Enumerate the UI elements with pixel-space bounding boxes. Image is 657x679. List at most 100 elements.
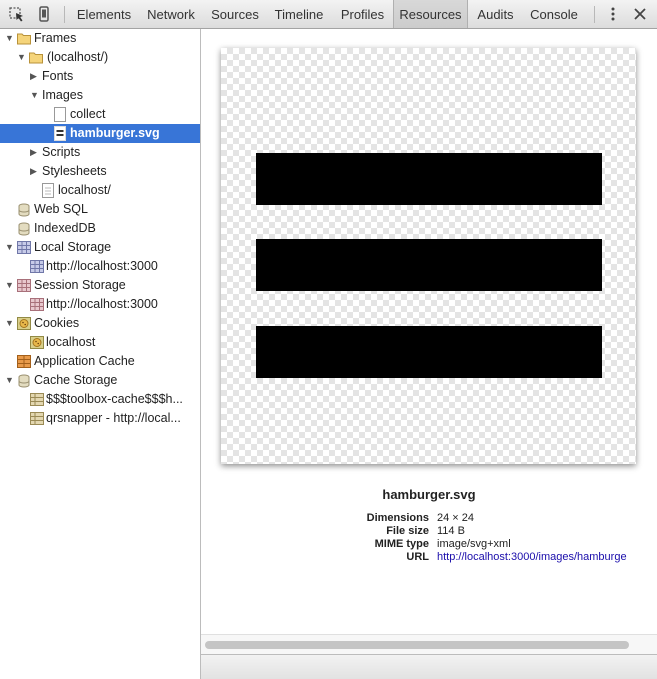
tree-item-label: Stylesheets bbox=[42, 164, 107, 178]
tab-network[interactable]: Network bbox=[139, 0, 203, 28]
tree-item-label: Images bbox=[42, 88, 83, 102]
tree-item-label: http://localhost:3000 bbox=[46, 259, 158, 273]
close-icon[interactable] bbox=[630, 5, 650, 23]
tree-item-cookies[interactable]: ▼ Cookies bbox=[0, 314, 200, 333]
storage-grid-icon bbox=[30, 298, 44, 311]
expand-triangle-icon[interactable]: ▼ bbox=[5, 276, 15, 295]
tree-item-label: Local Storage bbox=[34, 240, 112, 254]
metadata-key: File size bbox=[386, 525, 429, 537]
expand-triangle-icon[interactable]: ▼ bbox=[5, 238, 15, 257]
tree-item-label: (localhost/) bbox=[47, 50, 109, 64]
storage-grid-icon bbox=[30, 260, 44, 273]
tree-item-images[interactable]: ▼ Images bbox=[0, 86, 200, 105]
kebab-menu-icon[interactable] bbox=[603, 5, 623, 23]
metadata-key: MIME type bbox=[374, 538, 429, 550]
tree-item-local-storage-origin[interactable]: http://localhost:3000 bbox=[0, 257, 200, 276]
tree-item-cookie-localhost[interactable]: localhost bbox=[0, 333, 200, 352]
cache-table-icon bbox=[30, 393, 44, 406]
tree-item-label: Frames bbox=[34, 31, 77, 45]
storage-grid-icon bbox=[17, 279, 31, 292]
tree-item-scripts[interactable]: ▶ Scripts bbox=[0, 143, 200, 162]
image-file-icon bbox=[54, 126, 68, 141]
metadata-value: 114 B bbox=[437, 525, 465, 537]
metadata-key: Dimensions bbox=[366, 512, 429, 524]
folder-icon bbox=[17, 32, 31, 45]
database-icon bbox=[17, 203, 31, 217]
tree-item-label: $$$toolbox-cache$$$h... bbox=[46, 392, 183, 406]
tree-item-label: Scripts bbox=[42, 145, 81, 159]
inspect-element-icon[interactable] bbox=[7, 5, 27, 23]
tree-item-session-storage-origin[interactable]: http://localhost:3000 bbox=[0, 295, 200, 314]
folder-icon bbox=[29, 51, 43, 64]
tree-item-label: localhost/ bbox=[58, 183, 111, 197]
tree-item-session-storage[interactable]: ▼ Session Storage bbox=[0, 276, 200, 295]
tree-item-web-sql[interactable]: Web SQL bbox=[0, 200, 200, 219]
tree-item-label: Cookies bbox=[34, 316, 80, 330]
tree-item-collect[interactable]: collect bbox=[0, 105, 200, 124]
metadata-value: image/svg+xml bbox=[437, 538, 511, 550]
tree-item-local-storage[interactable]: ▼ Local Storage bbox=[0, 238, 200, 257]
status-bar bbox=[201, 654, 657, 679]
resource-url-link[interactable]: http://localhost:3000/images/hamburge bbox=[437, 551, 627, 564]
expand-triangle-icon[interactable]: ▼ bbox=[30, 86, 40, 105]
tree-item-localhost-frame[interactable]: ▼ (localhost/) bbox=[0, 48, 200, 67]
metadata-key: URL bbox=[406, 551, 429, 563]
cache-table-icon bbox=[30, 412, 44, 425]
tree-item-label: localhost bbox=[46, 335, 96, 349]
tab-elements[interactable]: Elements bbox=[70, 0, 138, 28]
expand-triangle-icon[interactable]: ▼ bbox=[5, 29, 15, 48]
tab-timeline[interactable]: Timeline bbox=[267, 0, 331, 28]
expand-triangle-icon[interactable]: ▼ bbox=[5, 314, 15, 333]
collapsed-triangle-icon[interactable]: ▶ bbox=[30, 67, 40, 86]
hamburger-bar-bottom bbox=[256, 326, 602, 378]
tree-item-fonts[interactable]: ▶ Fonts bbox=[0, 67, 200, 86]
metadata-value: 24 × 24 bbox=[437, 512, 475, 524]
cookie-icon bbox=[17, 317, 31, 330]
device-mode-icon[interactable] bbox=[34, 5, 54, 23]
tree-item-frames[interactable]: ▼ Frames bbox=[0, 29, 200, 48]
tree-item-label: hamburger.svg bbox=[70, 126, 160, 140]
tree-item-label: qrsnapper - http://local... bbox=[46, 411, 181, 425]
tab-sources[interactable]: Sources bbox=[204, 0, 266, 28]
image-preview bbox=[221, 48, 636, 464]
tree-item-cache-storage[interactable]: ▼ Cache Storage bbox=[0, 371, 200, 390]
tree-item-label: IndexedDB bbox=[34, 221, 96, 235]
toolbar-divider bbox=[594, 6, 595, 23]
collapsed-triangle-icon[interactable]: ▶ bbox=[30, 143, 40, 162]
collapsed-triangle-icon[interactable]: ▶ bbox=[30, 162, 40, 181]
tree-item-label: http://localhost:3000 bbox=[46, 297, 158, 311]
hamburger-bar-middle bbox=[256, 239, 602, 291]
expand-triangle-icon[interactable]: ▼ bbox=[17, 48, 27, 67]
tree-item-label: collect bbox=[70, 107, 106, 121]
tree-item-label: Web SQL bbox=[34, 202, 88, 216]
tree-item-hamburger-svg[interactable]: hamburger.svg bbox=[0, 124, 200, 143]
tree-item-application-cache[interactable]: Application Cache bbox=[0, 352, 200, 371]
resource-preview-panel: hamburger.svg Dimensions 24 × 24 File si… bbox=[201, 29, 657, 679]
tab-audits[interactable]: Audits bbox=[469, 0, 522, 28]
tree-item-localhost-document[interactable]: localhost/ bbox=[0, 181, 200, 200]
metadata-row-mime-type: MIME type image/svg+xml bbox=[201, 538, 657, 551]
tree-item-stylesheets[interactable]: ▶ Stylesheets bbox=[0, 162, 200, 181]
document-icon bbox=[42, 183, 56, 198]
scrollbar-thumb[interactable] bbox=[205, 641, 629, 649]
database-icon bbox=[17, 222, 31, 236]
tab-profiles[interactable]: Profiles bbox=[332, 0, 393, 28]
hamburger-bar-top bbox=[256, 153, 602, 205]
tab-console[interactable]: Console bbox=[523, 0, 585, 28]
horizontal-scrollbar[interactable] bbox=[201, 634, 657, 654]
devtools-toolbar: Elements Network Sources Timeline Profil… bbox=[0, 0, 657, 29]
tree-item-qrsnapper-cache[interactable]: qrsnapper - http://local... bbox=[0, 409, 200, 428]
tree-item-label: Session Storage bbox=[34, 278, 126, 292]
app-cache-icon bbox=[17, 355, 31, 368]
tab-resources[interactable]: Resources bbox=[393, 0, 468, 28]
tree-item-label: Fonts bbox=[42, 69, 74, 83]
expand-triangle-icon[interactable]: ▼ bbox=[5, 371, 15, 390]
tree-item-label: Cache Storage bbox=[34, 373, 118, 387]
tree-item-toolbox-cache[interactable]: $$$toolbox-cache$$$h... bbox=[0, 390, 200, 409]
metadata-row-dimensions: Dimensions 24 × 24 bbox=[201, 512, 657, 525]
preview-filename: hamburger.svg bbox=[382, 487, 476, 502]
tree-item-indexeddb[interactable]: IndexedDB bbox=[0, 219, 200, 238]
metadata-row-url: URL http://localhost:3000/images/hamburg… bbox=[201, 551, 657, 564]
document-icon bbox=[54, 107, 68, 122]
toolbar-divider bbox=[64, 6, 65, 23]
